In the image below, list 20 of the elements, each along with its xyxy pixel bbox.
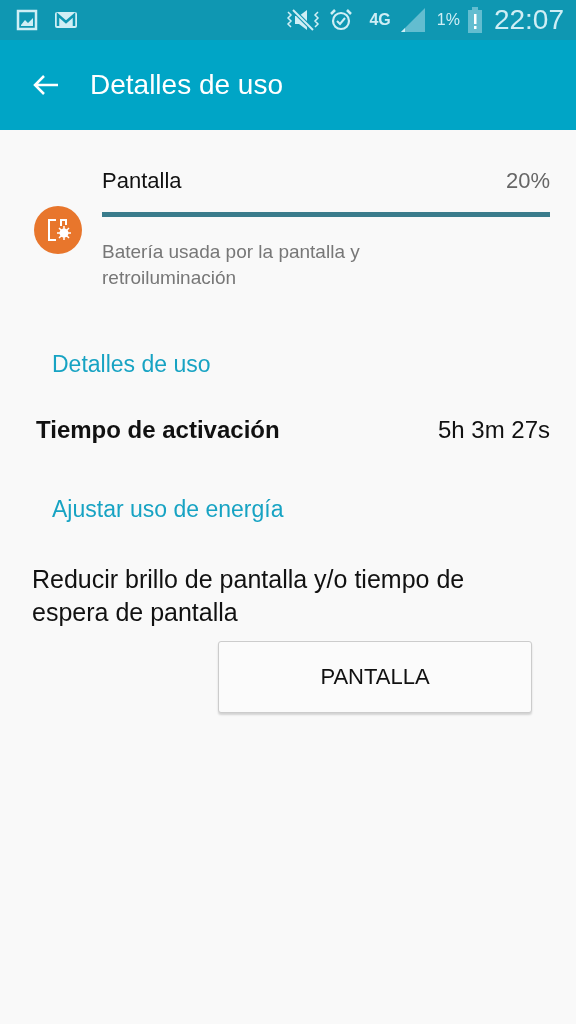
- screen-title: Detalles de uso: [90, 69, 283, 101]
- network-type: 4G: [369, 11, 391, 29]
- mute-icon: [285, 8, 322, 32]
- mail-icon: [54, 10, 78, 30]
- stat-label: Tiempo de activación: [36, 416, 280, 444]
- alarm-icon: [329, 8, 354, 32]
- stat-value: 5h 3m 27s: [437, 416, 550, 444]
- section-header: Detalles de uso: [51, 350, 212, 378]
- battery-percent: 1%: [436, 11, 460, 29]
- tip-text: Reducir brillo de pantalla y/o tiempo de espera de pantalla: [31, 564, 466, 628]
- usage-percent: 20%: [505, 168, 550, 194]
- battery-icon: [467, 7, 482, 33]
- gallery-icon: [16, 9, 38, 31]
- item-name: Pantalla: [102, 168, 182, 194]
- section-header: Ajustar uso de energía: [51, 495, 285, 523]
- item-description: Batería usada por la pantalla y retroiluminación: [102, 240, 361, 290]
- screen-settings-button[interactable]: PANTALLA: [218, 641, 532, 713]
- clock: 22:07: [493, 4, 564, 36]
- screen-brightness-icon: [34, 205, 82, 254]
- back-arrow-icon: [32, 73, 60, 97]
